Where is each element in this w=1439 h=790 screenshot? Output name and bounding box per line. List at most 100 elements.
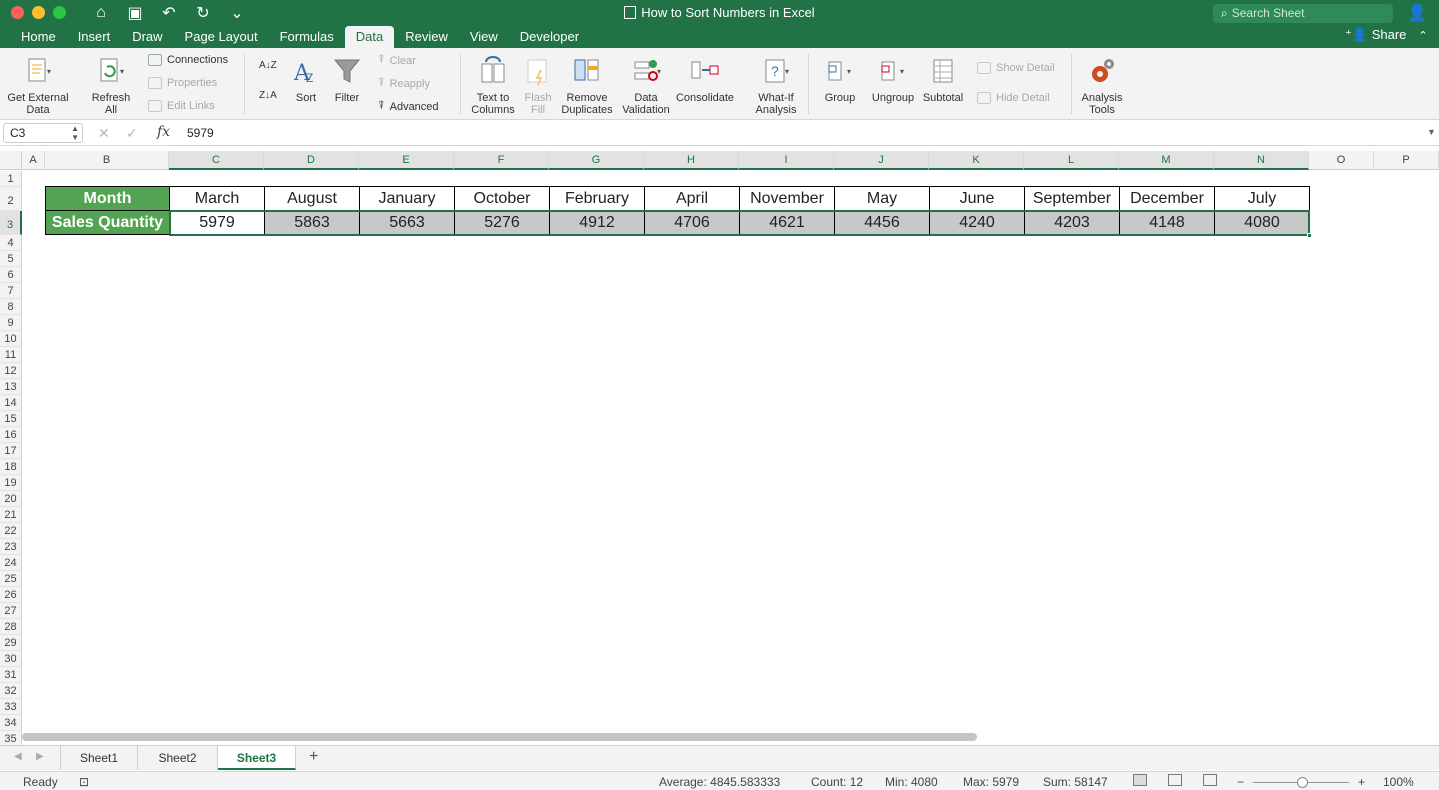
cell-k2[interactable]: June	[929, 186, 1025, 211]
column-header-p[interactable]: P	[1374, 151, 1439, 170]
column-header-k[interactable]: K	[929, 151, 1024, 170]
cell-h3[interactable]: 4706	[644, 210, 740, 235]
cell-j3[interactable]: 4456	[834, 210, 930, 235]
cell-e3[interactable]: 5663	[359, 210, 455, 235]
confirm-entry-icon[interactable]: ✓	[126, 125, 138, 142]
column-header-a[interactable]: A	[22, 151, 45, 170]
cell-k3[interactable]: 4240	[929, 210, 1025, 235]
cell-n3[interactable]: 4080	[1214, 210, 1310, 235]
advanced-filter-button[interactable]: ⍒ Advanced	[378, 100, 439, 113]
cell-d3[interactable]: 5863	[264, 210, 360, 235]
tab-data[interactable]: Data	[344, 26, 395, 49]
row-header-4[interactable]: 4	[0, 235, 22, 251]
cell-m3[interactable]: 4148	[1119, 210, 1215, 235]
sheet-tab-sheet2[interactable]: Sheet2	[138, 746, 218, 770]
row-header-18[interactable]: 18	[0, 459, 22, 475]
previous-sheet-icon[interactable]: ◀	[14, 751, 22, 762]
ungroup-button[interactable]: ▾ Ungroup	[868, 56, 918, 104]
filter-button[interactable]: Filter	[331, 56, 363, 104]
row-header-17[interactable]: 17	[0, 443, 22, 459]
row-header-32[interactable]: 32	[0, 683, 22, 699]
cancel-entry-icon[interactable]: ✕	[98, 125, 110, 142]
zoom-in-button[interactable]: +	[1358, 775, 1365, 789]
tab-formulas[interactable]: Formulas	[269, 26, 345, 49]
tab-home[interactable]: Home	[10, 26, 67, 49]
cell-f3[interactable]: 5276	[454, 210, 550, 235]
cell-m2[interactable]: December	[1119, 186, 1215, 211]
row-header-31[interactable]: 31	[0, 667, 22, 683]
user-account-icon[interactable]: 👤	[1407, 3, 1427, 23]
row-header-10[interactable]: 10	[0, 331, 22, 347]
row-header-20[interactable]: 20	[0, 491, 22, 507]
connections-button[interactable]: Connections	[148, 54, 228, 66]
select-all-corner[interactable]	[0, 151, 22, 170]
data-validation-button[interactable]: ▾ Data Validation	[620, 56, 672, 116]
subtotal-button[interactable]: Subtotal	[920, 56, 966, 104]
sort-z-to-a-button[interactable]: Z↓A	[259, 90, 277, 101]
column-header-i[interactable]: I	[739, 151, 834, 170]
cell-e2[interactable]: January	[359, 186, 455, 211]
row-header-19[interactable]: 19	[0, 475, 22, 491]
consolidate-button[interactable]: Consolidate	[674, 56, 736, 104]
macro-record-icon[interactable]: ⊡	[79, 775, 89, 789]
row-header-6[interactable]: 6	[0, 267, 22, 283]
row-header-28[interactable]: 28	[0, 619, 22, 635]
row-header-27[interactable]: 27	[0, 603, 22, 619]
column-header-n[interactable]: N	[1214, 151, 1309, 170]
sort-button[interactable]: AZ Sort	[290, 56, 322, 104]
fill-handle[interactable]	[1307, 233, 1312, 238]
column-header-o[interactable]: O	[1309, 151, 1374, 170]
row-header-1[interactable]: 1	[0, 171, 22, 187]
row-header-7[interactable]: 7	[0, 283, 22, 299]
insert-function-icon[interactable]: fx	[157, 124, 170, 140]
tab-draw[interactable]: Draw	[121, 26, 173, 49]
collapse-ribbon-icon[interactable]: ⌃	[1418, 30, 1427, 42]
cell-l2[interactable]: September	[1024, 186, 1120, 211]
row-header-21[interactable]: 21	[0, 507, 22, 523]
cell-g3[interactable]: 4912	[549, 210, 645, 235]
horizontal-scrollbar[interactable]	[22, 733, 977, 741]
page-layout-view-icon[interactable]	[1168, 774, 1182, 786]
analysis-tools-button[interactable]: Analysis Tools	[1078, 56, 1126, 116]
cell-h2[interactable]: April	[644, 186, 740, 211]
group-button[interactable]: ▾ Group	[818, 56, 862, 104]
row-header-8[interactable]: 8	[0, 299, 22, 315]
row-header-29[interactable]: 29	[0, 635, 22, 651]
formula-input[interactable]: 5979	[187, 126, 214, 140]
get-external-data-button[interactable]: ▾ Get External Data	[5, 56, 71, 116]
text-to-columns-button[interactable]: Text to Columns	[468, 56, 518, 116]
row-header-11[interactable]: 11	[0, 347, 22, 363]
sheet-tab-sheet1[interactable]: Sheet1	[60, 746, 138, 770]
row-header-3[interactable]: 3	[0, 211, 22, 235]
cell-c2[interactable]: March	[169, 186, 265, 211]
cell-j2[interactable]: May	[834, 186, 930, 211]
row-header-2[interactable]: 2	[0, 187, 22, 211]
cell-d2[interactable]: August	[264, 186, 360, 211]
normal-view-icon[interactable]	[1133, 774, 1147, 786]
zoom-slider-knob[interactable]	[1297, 777, 1308, 788]
cell-g2[interactable]: February	[549, 186, 645, 211]
column-header-e[interactable]: E	[359, 151, 454, 170]
tab-view[interactable]: View	[459, 26, 509, 49]
column-header-c[interactable]: C	[169, 151, 264, 170]
column-header-d[interactable]: D	[264, 151, 359, 170]
cell-l3[interactable]: 4203	[1024, 210, 1120, 235]
sheet-tab-sheet3[interactable]: Sheet3	[218, 746, 296, 770]
row-header-16[interactable]: 16	[0, 427, 22, 443]
remove-duplicates-button[interactable]: Remove Duplicates	[560, 56, 614, 116]
name-box-stepper-icon[interactable]: ▲ ▼	[71, 124, 79, 142]
tab-developer[interactable]: Developer	[509, 26, 590, 49]
column-header-h[interactable]: H	[644, 151, 739, 170]
cell-f2[interactable]: October	[454, 186, 550, 211]
cell-b3[interactable]: Sales Quantity	[45, 210, 170, 235]
row-header-22[interactable]: 22	[0, 523, 22, 539]
add-sheet-icon[interactable]: +	[309, 748, 318, 766]
column-header-f[interactable]: F	[454, 151, 549, 170]
row-header-9[interactable]: 9	[0, 315, 22, 331]
expand-formula-bar-icon[interactable]: ▼	[1427, 127, 1436, 137]
row-header-5[interactable]: 5	[0, 251, 22, 267]
page-break-view-icon[interactable]	[1203, 774, 1217, 786]
worksheet-grid[interactable]: A B C D E F G H I J K L M N O P 12345678…	[0, 151, 1439, 747]
sort-a-to-z-button[interactable]: A↓Z	[259, 60, 277, 71]
column-header-m[interactable]: M	[1119, 151, 1214, 170]
